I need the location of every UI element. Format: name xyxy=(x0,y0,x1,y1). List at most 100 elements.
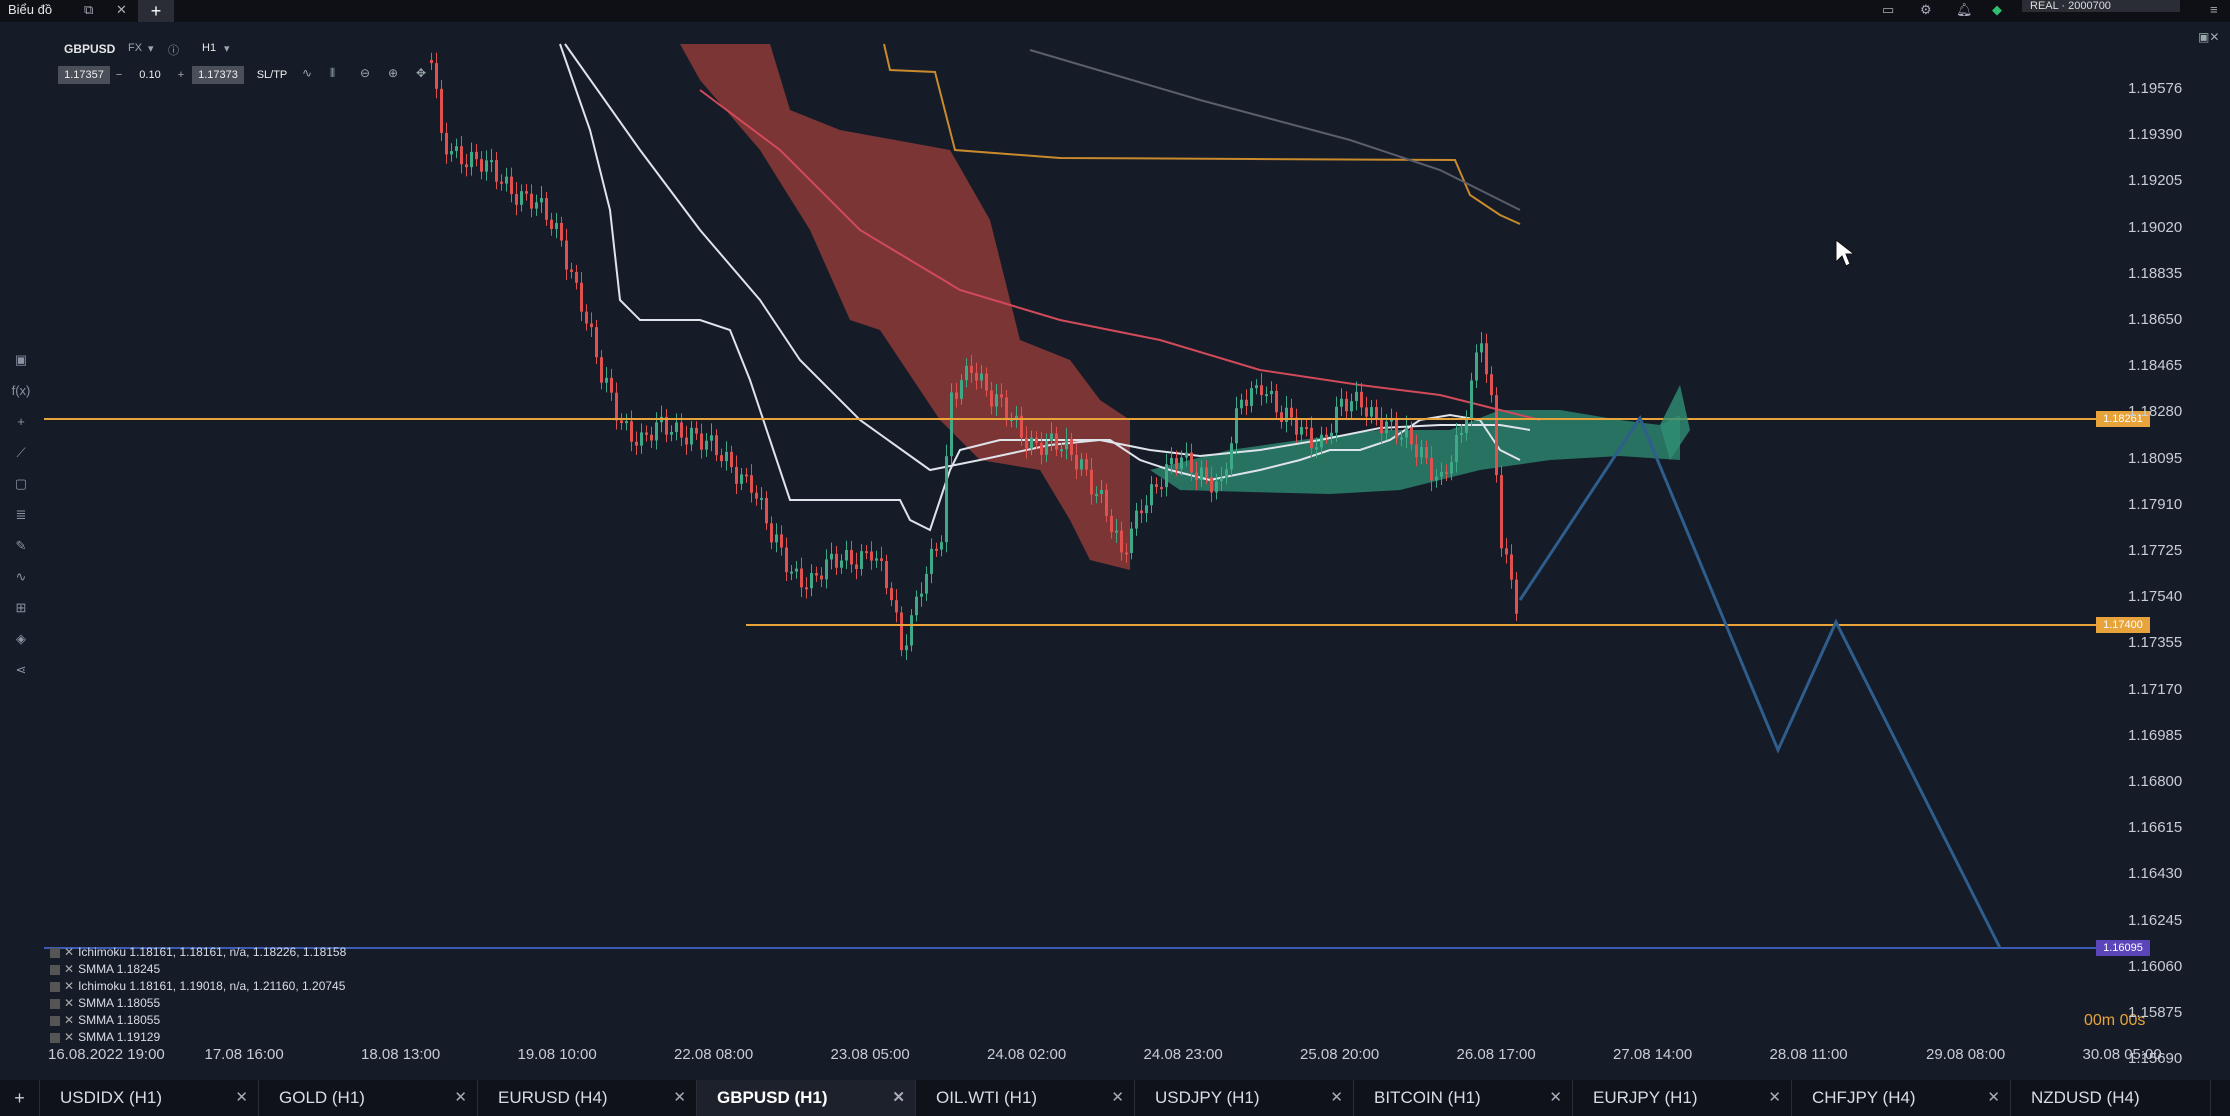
buy-price-button[interactable]: 1.17373 xyxy=(192,66,244,84)
candle-body xyxy=(515,194,518,205)
remove-icon[interactable]: ✕ xyxy=(64,961,74,978)
mouse-cursor-icon xyxy=(1835,238,1856,267)
visibility-toggle-icon[interactable] xyxy=(50,998,60,1009)
line-tool-icon[interactable]: ⟋ xyxy=(10,445,32,476)
time-tick-label: 18.08 13:00 xyxy=(361,1046,441,1063)
time-tick-label: 29.08 08:00 xyxy=(1926,1046,2006,1063)
candle-body xyxy=(1310,427,1313,449)
candle-body xyxy=(725,451,728,462)
remove-icon[interactable]: ✕ xyxy=(64,944,74,961)
close-icon[interactable]: ✕ xyxy=(1987,1080,2000,1116)
zoom-out-icon[interactable]: ⊖ xyxy=(360,66,370,80)
candle-body xyxy=(1160,487,1163,490)
candle-body xyxy=(500,181,503,184)
candle-body xyxy=(910,615,913,646)
lot-size-input[interactable]: 0.10 xyxy=(128,66,172,84)
info-icon[interactable]: ⓘ xyxy=(168,42,179,58)
close-icon[interactable]: ✕ xyxy=(1330,1080,1343,1116)
candle-body xyxy=(850,549,853,565)
candle-body xyxy=(775,534,778,543)
tab-gbpusd[interactable]: GBPUSD (H1) ✕ xyxy=(697,1080,916,1116)
price-tick-label: 1.16430 xyxy=(2128,865,2183,883)
indicator-row[interactable]: ✕ Ichimoku 1.18161, 1.18161, n/a, 1.18226… xyxy=(50,944,346,961)
remove-icon[interactable]: ✕ xyxy=(64,1029,74,1046)
add-chart-button[interactable]: + xyxy=(0,1080,40,1116)
visibility-toggle-icon[interactable] xyxy=(50,981,60,992)
close-icon[interactable]: ✕ xyxy=(1768,1080,1781,1116)
share-tool-icon[interactable]: ⋖ xyxy=(10,662,32,693)
visibility-toggle-icon[interactable] xyxy=(50,1032,60,1043)
candle-body xyxy=(1465,418,1468,433)
candle-body xyxy=(860,551,863,570)
candle-body xyxy=(815,573,818,576)
close-icon[interactable]: ✕ xyxy=(454,1080,467,1116)
tab-usdjpy[interactable]: USDJPY (H1) ✕ xyxy=(1135,1080,1354,1116)
candle-body xyxy=(510,176,513,195)
candle-body xyxy=(790,571,793,574)
fibonacci-tool-icon[interactable]: ≣ xyxy=(10,507,32,538)
close-icon[interactable]: ✕ xyxy=(1111,1080,1124,1116)
measure-tool-icon[interactable]: ⊞ xyxy=(10,600,32,631)
indicator-row[interactable]: ✕ SMMA 1.19129 xyxy=(50,1029,346,1046)
candle-body xyxy=(1275,390,1278,413)
tab-gold[interactable]: GOLD (H1) ✕ xyxy=(259,1080,478,1116)
market-type[interactable]: FX xyxy=(128,42,142,54)
indicator-row[interactable]: ✕ SMMA 1.18055 xyxy=(50,1012,346,1029)
candle-body xyxy=(855,564,858,570)
pen-tool-icon[interactable]: ✎ xyxy=(10,538,32,569)
sell-price-button[interactable]: 1.17357 xyxy=(58,66,110,84)
candle-body xyxy=(695,427,698,434)
crosshair-tool-icon[interactable]: + xyxy=(10,414,32,445)
lot-minus-button[interactable]: − xyxy=(112,66,126,84)
tab-eurusd[interactable]: EURUSD (H4) ✕ xyxy=(478,1080,697,1116)
layers-tool-icon[interactable]: ◈ xyxy=(10,631,32,662)
candle-body xyxy=(770,523,773,543)
close-icon[interactable]: ✕ xyxy=(892,1080,905,1116)
cursor-tool-icon[interactable]: ▣ xyxy=(10,352,32,383)
tab-chfjpy[interactable]: CHFJPY (H4) ✕ xyxy=(1792,1080,2011,1116)
tab-oil-wti[interactable]: OIL.WTI (H1) ✕ xyxy=(916,1080,1135,1116)
close-icon[interactable]: ✕ xyxy=(235,1080,248,1116)
indicator-row[interactable]: ✕ Ichimoku 1.18161, 1.19018, n/a, 1.21160… xyxy=(50,978,346,995)
indicator-row[interactable]: ✕ SMMA 1.18055 xyxy=(50,995,346,1012)
timeframe-select[interactable]: H1 xyxy=(202,42,216,54)
wave-tool-icon[interactable]: ∿ xyxy=(10,569,32,600)
visibility-toggle-icon[interactable] xyxy=(50,964,60,975)
candle-body xyxy=(1005,397,1008,420)
close-icon[interactable]: ✕ xyxy=(1549,1080,1562,1116)
symbol-name[interactable]: GBPUSD xyxy=(64,42,115,56)
tab-bitcoin[interactable]: BITCOIN (H1) ✕ xyxy=(1354,1080,1573,1116)
timeframe-dropdown-icon[interactable]: ▾ xyxy=(224,42,230,55)
line-chart-icon[interactable]: ∿ xyxy=(302,66,312,80)
candle-body xyxy=(1385,421,1388,434)
tab-nzdusd[interactable]: NZDUSD (H4) xyxy=(2011,1080,2211,1116)
candle-body xyxy=(780,534,783,548)
candle-body xyxy=(1350,401,1353,412)
candle-body xyxy=(1100,489,1103,495)
zoom-in-icon[interactable]: ⊕ xyxy=(388,66,398,80)
price-tick-label: 1.17725 xyxy=(2128,542,2183,559)
tab-eurjpy[interactable]: EURJPY (H1) ✕ xyxy=(1573,1080,1792,1116)
tab-usdidx[interactable]: USDIDX (H1) ✕ xyxy=(40,1080,259,1116)
visibility-toggle-icon[interactable] xyxy=(50,1015,60,1026)
candle-body xyxy=(575,271,578,283)
function-tool-icon[interactable]: f(x) xyxy=(10,383,32,414)
remove-icon[interactable]: ✕ xyxy=(64,978,74,995)
price-tick-label: 1.16985 xyxy=(2128,726,2183,744)
bars-icon[interactable]: ⫴ xyxy=(330,66,335,81)
price-chart[interactable] xyxy=(0,0,2230,1080)
candle-body xyxy=(440,88,443,133)
candle-body xyxy=(555,222,558,229)
lot-plus-button[interactable]: + xyxy=(174,66,188,84)
move-icon[interactable]: ✥ xyxy=(416,66,426,80)
price-tick-label: 1.17170 xyxy=(2128,680,2183,698)
visibility-toggle-icon[interactable] xyxy=(50,947,60,958)
rectangle-tool-icon[interactable]: ▢ xyxy=(10,476,32,507)
indicator-row[interactable]: ✕ SMMA 1.18245 xyxy=(50,961,346,978)
sltp-button[interactable]: SL/TP xyxy=(252,66,292,84)
remove-icon[interactable]: ✕ xyxy=(64,995,74,1012)
close-icon[interactable]: ✕ xyxy=(673,1080,686,1116)
market-dropdown-icon[interactable]: ▾ xyxy=(148,42,154,55)
forecast-path xyxy=(1518,414,2002,949)
remove-icon[interactable]: ✕ xyxy=(64,1012,74,1029)
